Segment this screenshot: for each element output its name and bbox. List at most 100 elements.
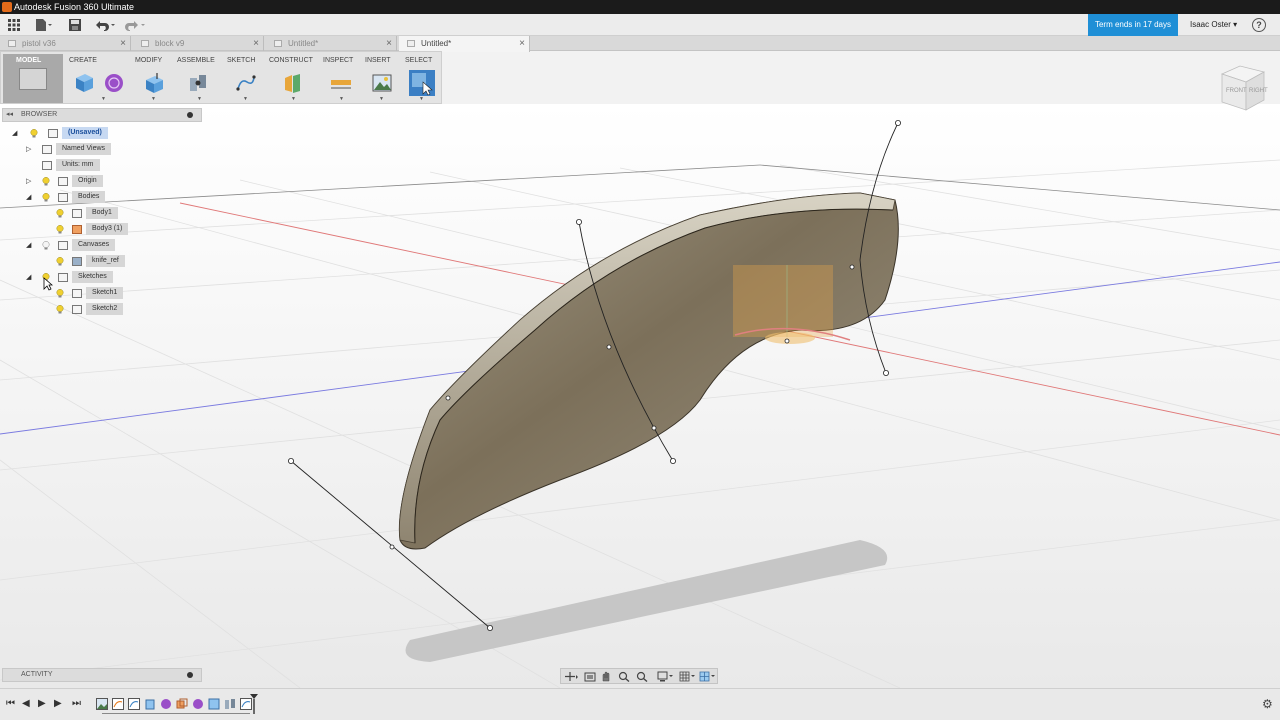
display-settings-icon[interactable] — [657, 671, 673, 682]
timeline-joint-icon[interactable] — [224, 698, 236, 710]
tree-label: Bodies — [72, 191, 106, 203]
assemble-group[interactable]: ASSEMBLE ▼ — [175, 54, 221, 103]
tree-item-sketches[interactable]: ◢ Sketches — [12, 271, 202, 284]
sketch-group[interactable]: SKETCH ▼ — [225, 54, 265, 103]
pan-hand-icon[interactable] — [599, 671, 613, 682]
close-icon[interactable]: × — [253, 36, 259, 51]
document-icon — [407, 40, 415, 47]
expand-arrow-icon[interactable]: ▷ — [26, 143, 31, 156]
collapse-arrow-icon[interactable]: ◢ — [26, 239, 31, 252]
step-forward-icon[interactable]: ▶ — [54, 698, 62, 709]
insert-group[interactable]: INSERT ▼ — [363, 54, 401, 103]
timeline-canvas-icon[interactable] — [96, 698, 108, 710]
joint-icon[interactable] — [187, 72, 209, 94]
timeline-form-icon[interactable] — [160, 698, 172, 710]
gear-icon[interactable]: ⚙ — [1262, 697, 1273, 711]
data-panel-grid-icon[interactable] — [6, 17, 22, 33]
insert-image-icon[interactable] — [371, 72, 393, 94]
visibility-bulb-icon[interactable] — [30, 129, 38, 138]
collapse-arrow-icon[interactable]: ◢ — [26, 191, 31, 204]
close-icon[interactable]: × — [519, 36, 525, 51]
fit-icon[interactable] — [635, 671, 649, 682]
press-pull-icon[interactable] — [143, 72, 165, 94]
visibility-bulb-icon[interactable] — [56, 257, 64, 266]
look-at-icon[interactable] — [583, 671, 597, 682]
tree-item-units[interactable]: Units: mm — [12, 159, 202, 172]
help-icon[interactable]: ? — [1252, 18, 1266, 32]
workspace-switcher[interactable]: MODEL — [3, 54, 63, 103]
collapse-arrow-icon[interactable]: ◢ — [12, 127, 17, 140]
play-icon[interactable]: ▶ — [38, 698, 46, 709]
timeline-body-icon[interactable] — [176, 698, 188, 710]
timeline-form-icon[interactable] — [192, 698, 204, 710]
folder-icon — [42, 145, 52, 154]
step-back-icon[interactable]: ◀ — [22, 698, 30, 709]
timeline-marker-handle[interactable] — [250, 694, 258, 714]
close-icon[interactable]: × — [386, 36, 392, 51]
timeline-move-icon[interactable] — [208, 698, 220, 710]
visibility-bulb-icon[interactable] — [42, 193, 50, 202]
grid-settings-icon[interactable] — [679, 671, 695, 682]
select-arrow-icon[interactable] — [409, 70, 435, 96]
timeline-sketch-icon[interactable] — [112, 698, 124, 710]
tree-item-origin[interactable]: ▷ Origin — [12, 175, 202, 188]
visibility-bulb-icon[interactable] — [56, 289, 64, 298]
timeline-sketch-icon[interactable] — [128, 698, 140, 710]
box-icon[interactable] — [73, 72, 95, 94]
zoom-icon[interactable] — [617, 671, 631, 682]
redo-icon[interactable] — [124, 17, 148, 33]
tree-item-sketch1[interactable]: Sketch1 — [12, 287, 202, 300]
pin-icon[interactable] — [187, 112, 193, 118]
orbit-icon[interactable] — [563, 671, 579, 682]
visibility-bulb-icon[interactable] — [56, 209, 64, 218]
tree-item-unsaved[interactable]: ◢ (Unsaved) — [12, 127, 202, 140]
visibility-bulb-icon[interactable] — [42, 241, 50, 250]
term-ends-button[interactable]: Term ends in 17 days — [1088, 14, 1178, 36]
user-menu[interactable]: Isaac Oster ▾ — [1190, 14, 1237, 36]
collapse-panel-icon[interactable]: ◂◂ — [6, 109, 13, 121]
undo-icon[interactable] — [94, 17, 118, 33]
tree-item-named-views[interactable]: ▷ Named Views — [12, 143, 202, 156]
fusion-app-icon — [2, 2, 12, 12]
tab-untitled[interactable]: Untitled* × — [266, 36, 397, 51]
tab-label: Untitled* — [288, 39, 319, 48]
construct-group[interactable]: CONSTRUCT ▼ — [267, 54, 319, 103]
viewports-icon[interactable] — [699, 671, 715, 682]
tree-item-sketch2[interactable]: Sketch2 — [12, 303, 202, 316]
expand-arrow-icon[interactable]: ▷ — [26, 175, 31, 188]
inspect-group[interactable]: INSPECT ▼ — [321, 54, 361, 103]
tree-label: Body1 — [86, 207, 118, 219]
timeline-extrude-icon[interactable] — [144, 698, 156, 710]
offset-plane-icon[interactable] — [282, 72, 304, 94]
collapse-arrow-icon[interactable]: ◢ — [26, 271, 31, 284]
tree-label: Canvases — [72, 239, 116, 251]
go-to-end-icon[interactable]: ⏭ — [72, 698, 81, 709]
visibility-bulb-icon[interactable] — [42, 177, 50, 186]
visibility-bulb-icon[interactable] — [56, 305, 64, 314]
create-sketch-icon[interactable] — [235, 72, 257, 94]
select-group[interactable]: SELECT ▼ — [403, 54, 441, 103]
tree-item-body3[interactable]: Body3 (1) — [12, 223, 202, 236]
tab-pistol[interactable]: pistol v36 × — [0, 36, 131, 51]
save-icon[interactable] — [68, 17, 82, 33]
form-icon[interactable] — [103, 72, 125, 94]
pin-icon[interactable] — [187, 672, 193, 678]
tab-block[interactable]: block v9 × — [133, 36, 264, 51]
form-body-icon — [72, 225, 82, 234]
create-group[interactable]: CREATE ▼ — [67, 54, 131, 103]
tree-item-bodies[interactable]: ◢ Bodies — [12, 191, 202, 204]
measure-icon[interactable] — [330, 72, 352, 94]
tree-item-knife-ref[interactable]: knife_ref — [12, 255, 202, 268]
activity-panel-header[interactable]: ACTIVITY — [2, 668, 202, 682]
visibility-bulb-icon[interactable] — [56, 225, 64, 234]
modify-group[interactable]: MODIFY ▼ — [133, 54, 173, 103]
file-menu-icon[interactable] — [34, 17, 54, 33]
go-to-start-icon[interactable]: ⏮ — [6, 698, 15, 709]
close-icon[interactable]: × — [120, 36, 126, 51]
tree-item-canvases[interactable]: ◢ Canvases — [12, 239, 202, 252]
tree-item-body1[interactable]: Body1 — [12, 207, 202, 220]
browser-panel-header[interactable]: ◂◂ BROWSER — [2, 108, 202, 122]
tab-untitled-active[interactable]: Untitled* × — [399, 36, 530, 52]
view-cube[interactable]: FRONT RIGHT — [1214, 62, 1270, 116]
view-cube-front-label: FRONT — [1226, 88, 1247, 94]
